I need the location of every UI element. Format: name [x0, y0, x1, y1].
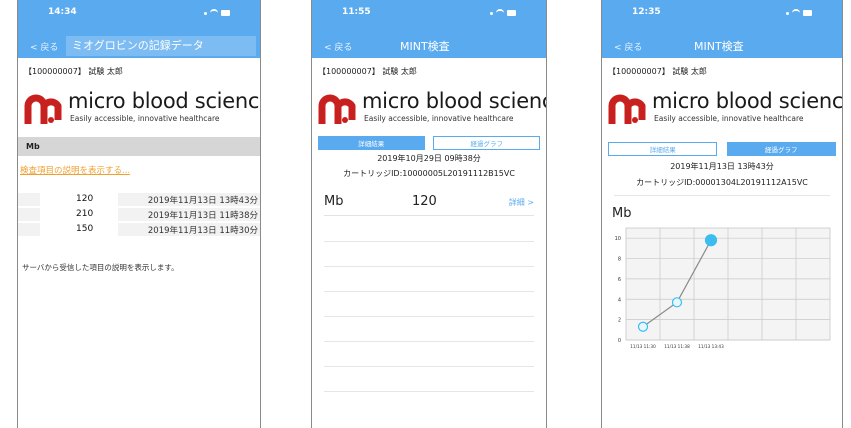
page-title: ミオグロビンの記録データ: [66, 36, 256, 56]
y-tick-label: 4: [618, 297, 621, 303]
data-point: [671, 297, 683, 308]
record-date: 2019年11月13日 13時43分: [118, 193, 260, 206]
cartridge-id: カートリッジID:00001304L20191112A15VC: [636, 178, 808, 187]
measurement-datetime: 2019年10月29日 09時38分: [377, 154, 481, 163]
tab-detail-results[interactable]: 詳細結果: [318, 136, 425, 150]
data-point: [704, 234, 718, 247]
record-value: 120: [76, 194, 94, 204]
y-tick-label: 2: [618, 318, 621, 324]
back-button[interactable]: < 戻る: [614, 40, 642, 53]
progress-line-chart: 0 2 4 6 8 10 11/13 11:30 11/13 11:38 11/13 13:43: [615, 227, 831, 349]
status-clock: 11:55: [342, 7, 371, 17]
section-divider: [614, 195, 830, 196]
list-divider: [324, 341, 534, 342]
logo-name: micro blood science: [652, 89, 843, 113]
list-divider: [324, 241, 534, 242]
logo-name: micro blood science: [362, 89, 547, 113]
header-bar: 11:55 < 戻る MINT検査: [312, 0, 546, 58]
y-tick-label: 8: [618, 257, 621, 263]
record-date: 2019年11月13日 11時38分: [118, 208, 260, 221]
list-divider: [324, 316, 534, 317]
logo-mark-icon: [608, 94, 646, 124]
logo-mark-icon: [24, 94, 62, 124]
result-tabs: 詳細結果 経過グラフ: [318, 136, 540, 150]
screen-myoglobin-records: 14:34 < 戻る ミオグロビンの記録データ 【100000007】 試験 太…: [17, 0, 261, 428]
status-clock: 12:35: [632, 7, 661, 17]
logo-mark-icon: [318, 94, 356, 124]
page-title: MINT検査: [694, 40, 744, 53]
patient-label: 【100000007】 試験 太郎: [608, 67, 707, 76]
status-bar: 12:35: [602, 7, 842, 21]
signal-battery-icon: [490, 8, 516, 18]
status-bar: 14:34: [18, 7, 260, 21]
tab-progress-graph[interactable]: 経過グラフ: [726, 142, 836, 156]
screen-mint-detail: 11:55 < 戻る MINT検査 【100000007】 試験 太郎 micr…: [311, 0, 547, 428]
data-point: [637, 321, 649, 332]
x-tick-label: 11/13 11:38: [664, 344, 690, 349]
status-bar: 11:55: [312, 7, 546, 21]
list-divider: [324, 266, 534, 267]
result-tabs: 詳細結果 経過グラフ: [608, 142, 836, 156]
record-value: 150: [76, 224, 94, 234]
x-tick-label: 11/13 13:43: [698, 344, 724, 349]
record-date: 2019年11月13日 11時30分: [118, 223, 260, 236]
brand-logo: micro blood science Easily accessible, i…: [608, 86, 842, 130]
list-divider: [324, 366, 534, 367]
y-tick-label: 10: [615, 236, 621, 242]
header-bar: 14:34 < 戻る ミオグロビンの記録データ: [18, 0, 260, 58]
page-title: MINT検査: [400, 40, 450, 53]
server-description-note: サーバから受信した項目の説明を表示します。: [22, 263, 179, 272]
graph-item-label: Mb: [612, 206, 632, 221]
header-bar: 12:35 < 戻る MINT検査: [602, 0, 842, 58]
result-value: 120: [412, 194, 437, 209]
record-row[interactable]: 210 2019年11月13日 11時38分: [18, 207, 260, 222]
description-link[interactable]: 検査項目の説明を表示する...: [20, 164, 130, 176]
record-row[interactable]: 150 2019年11月13日 11時30分: [18, 222, 260, 237]
y-tick-label: 0: [618, 338, 621, 344]
brand-logo: micro blood science Easily accessible, i…: [24, 86, 261, 130]
tab-progress-graph[interactable]: 経過グラフ: [433, 136, 540, 150]
x-tick-label: 11/13 11:30: [630, 344, 656, 349]
item-header: Mb: [18, 137, 260, 156]
back-button[interactable]: < 戻る: [324, 40, 352, 53]
cartridge-id: カートリッジID:10000005L20191112B15VC: [343, 169, 515, 178]
record-value: 210: [76, 209, 94, 219]
signal-battery-icon: [786, 8, 812, 18]
record-row[interactable]: 120 2019年11月13日 13時43分: [18, 192, 260, 207]
logo-name: micro blood science: [68, 89, 261, 113]
tab-detail-results[interactable]: 詳細結果: [608, 142, 718, 156]
result-row[interactable]: Mb 120 詳細 >: [324, 192, 534, 216]
logo-tagline: Easily accessible, innovative healthcare: [70, 114, 220, 123]
patient-label: 【100000007】 試験 太郎: [318, 67, 417, 76]
status-clock: 14:34: [48, 7, 77, 17]
detail-link[interactable]: 詳細 >: [509, 197, 534, 208]
screen-mint-graph: 12:35 < 戻る MINT検査 【100000007】 試験 太郎 micr…: [601, 0, 843, 428]
logo-tagline: Easily accessible, innovative healthcare: [364, 114, 514, 123]
measurement-datetime: 2019年11月13日 13時43分: [670, 162, 774, 171]
signal-battery-icon: [204, 8, 230, 18]
list-divider: [324, 391, 534, 392]
patient-label: 【100000007】 試験 太郎: [24, 67, 123, 76]
list-divider: [324, 291, 534, 292]
back-button[interactable]: < 戻る: [30, 40, 58, 53]
y-tick-label: 6: [618, 277, 621, 283]
logo-tagline: Easily accessible, innovative healthcare: [654, 114, 804, 123]
result-item: Mb: [324, 194, 344, 209]
brand-logo: micro blood science Easily accessible, i…: [318, 86, 547, 130]
